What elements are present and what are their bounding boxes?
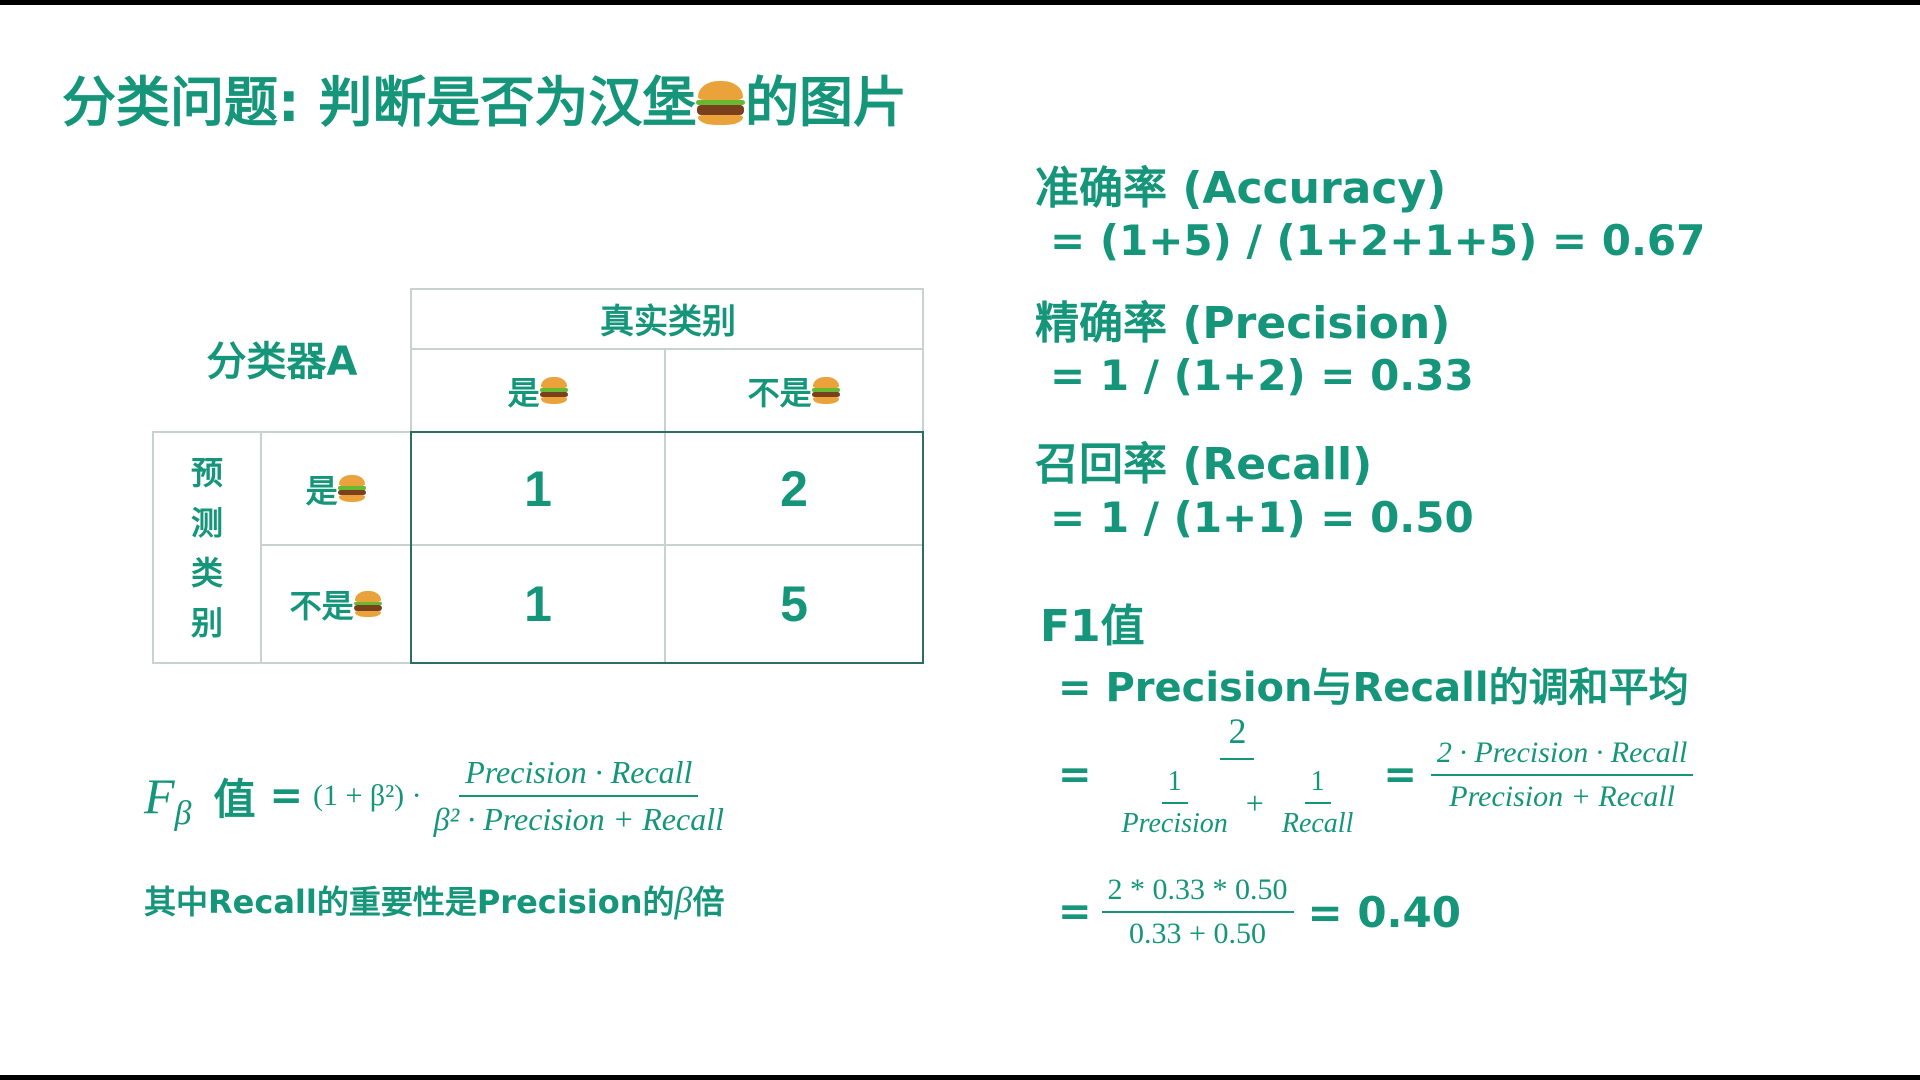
fbeta-note-prefix: 其中Recall的重要性是Precision的 — [144, 883, 675, 921]
accuracy-equation: = (1+5) / (1+2+1+5) = 0.67 — [1050, 216, 1706, 265]
fbeta-note-beta: β — [674, 880, 693, 920]
col-header-yes: 是 — [412, 350, 664, 431]
hamburger-icon — [353, 590, 383, 618]
recall-equation: = 1 / (1+1) = 0.50 — [1050, 493, 1474, 542]
row-header-yes-label: 是 — [305, 471, 338, 510]
f1-harmonic-denominator: 1 Precision + 1 Recall — [1110, 760, 1366, 840]
col-header-no-label: 不是 — [747, 373, 812, 412]
f1-plus: + — [1245, 784, 1264, 821]
f1-calc-denominator: 0.33 + 0.50 — [1129, 917, 1266, 950]
fbeta-coefficient: (1 + β²) · — [313, 779, 422, 812]
f1-harmonic-numerator: 2 — [1220, 710, 1255, 760]
f1-alt-fraction: 2 · Precision · Recall Precision + Recal… — [1430, 736, 1694, 814]
row-header-yes: 是 — [262, 433, 410, 544]
recall-title: 召回率 (Recall) — [1035, 439, 1373, 490]
f1-equals-2: = — [1383, 752, 1417, 798]
fbeta-numerator: Precision · Recall — [459, 754, 699, 797]
classifier-label: 分类器A — [206, 339, 358, 385]
fbeta-denominator: β² · Precision + Recall — [433, 801, 724, 837]
row-header-no: 不是 — [262, 546, 410, 662]
confusion-matrix: 分类器A 真实类别 是 不是 预 测 类 别 是 不是 1 2 1 5 — [152, 288, 924, 664]
fbeta-formula: Fβ 值 = (1 + β²) · Precision · Recall β² … — [144, 746, 730, 846]
f1-inv-precision-num: 1 — [1161, 766, 1188, 804]
bottom-border — [0, 1075, 1920, 1080]
hamburger-icon — [811, 377, 841, 404]
f1-inv-recall-num: 1 — [1304, 766, 1331, 804]
pred-header-char: 测 — [190, 503, 223, 542]
slide-title-text: 分类问题: 判断是否为汉堡 — [62, 71, 697, 134]
grid-line — [922, 431, 924, 664]
cell-tp: 1 — [524, 460, 552, 517]
pred-header-char: 预 — [190, 453, 223, 492]
col-header-yes-label: 是 — [507, 373, 540, 412]
fbeta-note-suffix: 倍 — [692, 883, 725, 921]
f1-inv-recall: 1 Recall — [1276, 766, 1360, 840]
cell-fp: 2 — [780, 460, 808, 517]
top-border — [0, 0, 1920, 5]
f1-title: F1值 — [1040, 601, 1145, 652]
f1-calculation: = 2 * 0.33 * 0.50 0.33 + 0.50 = 0.40 — [1058, 862, 1461, 962]
col-header-no: 不是 — [666, 350, 922, 431]
fbeta-symbol: F — [144, 768, 175, 824]
hamburger-icon — [696, 81, 745, 126]
f1-equals: = — [1058, 752, 1092, 798]
f1-harmonic-fraction: 2 1 Precision + 1 Recall — [1110, 710, 1366, 840]
cell-tn: 5 — [780, 576, 808, 632]
f1-calc-fraction: 2 * 0.33 * 0.50 0.33 + 0.50 — [1101, 873, 1294, 951]
f1-formula: = 2 1 Precision + 1 Recall = 2 · Precisi… — [1058, 705, 1694, 845]
fbeta-equals: = — [269, 773, 304, 819]
f1-inv-recall-den: Recall — [1281, 808, 1354, 839]
f1-alt-denominator: Precision + Recall — [1449, 780, 1675, 813]
true-class-header: 真实类别 — [600, 301, 736, 342]
fbeta-note: 其中Recall的重要性是Precision的 β 倍 — [144, 877, 724, 923]
cell-fn: 1 — [524, 576, 552, 632]
f1-calc-numerator: 2 * 0.33 * 0.50 — [1101, 873, 1294, 913]
f1-calc-equals: = — [1058, 889, 1092, 935]
grid-line — [152, 662, 412, 664]
pred-header-char: 别 — [190, 603, 223, 642]
hamburger-icon — [337, 475, 367, 502]
pred-header-char: 类 — [190, 553, 223, 592]
fbeta-subscript: β — [174, 795, 192, 832]
predicted-class-header: 预 测 类 别 — [154, 433, 260, 662]
grid-line — [410, 662, 924, 664]
slide-title-suffix: 的图片 — [745, 71, 907, 134]
precision-title: 精确率 (Precision) — [1035, 298, 1451, 349]
f1-calc-result: = 0.40 — [1307, 887, 1461, 937]
hamburger-icon — [539, 377, 569, 404]
precision-equation: = 1 / (1+2) = 0.33 — [1050, 351, 1474, 400]
fbeta-label: 值 — [213, 774, 256, 824]
f1-inv-precision-den: Precision — [1121, 808, 1228, 839]
f1-inv-precision: 1 Precision — [1116, 766, 1234, 840]
row-header-no-label: 不是 — [289, 587, 354, 625]
accuracy-title: 准确率 (Accuracy) — [1035, 163, 1447, 214]
fbeta-fraction: Precision · Recall β² · Precision + Reca… — [428, 754, 730, 838]
f1-alt-numerator: 2 · Precision · Recall — [1430, 736, 1694, 776]
slide-title: 分类问题: 判断是否为汉堡 的图片 — [62, 58, 907, 137]
